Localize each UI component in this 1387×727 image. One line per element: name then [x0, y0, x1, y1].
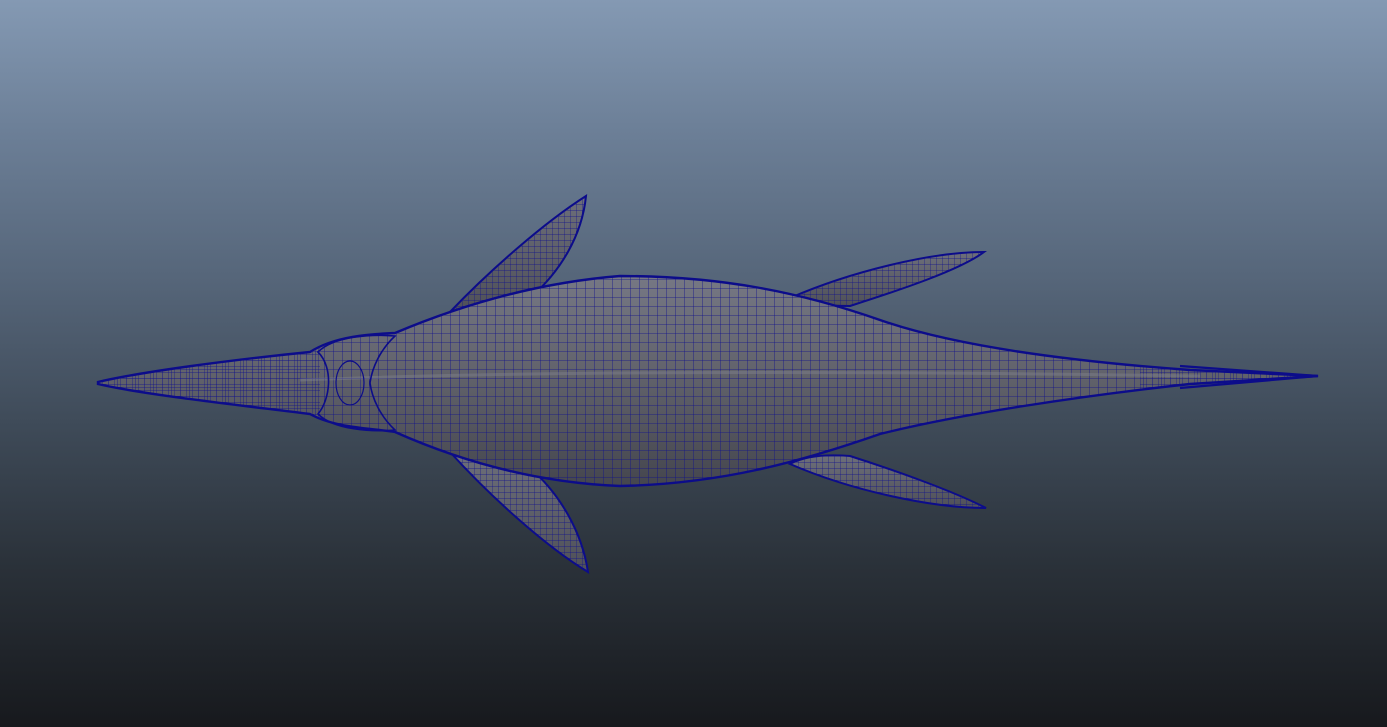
3d-viewport[interactable]: [0, 0, 1387, 727]
body-mesh[interactable]: [90, 270, 1330, 500]
scene-canvas[interactable]: [0, 0, 1387, 727]
rear-right-flipper[interactable]: [787, 454, 987, 509]
rear-left-flipper[interactable]: [787, 250, 988, 308]
